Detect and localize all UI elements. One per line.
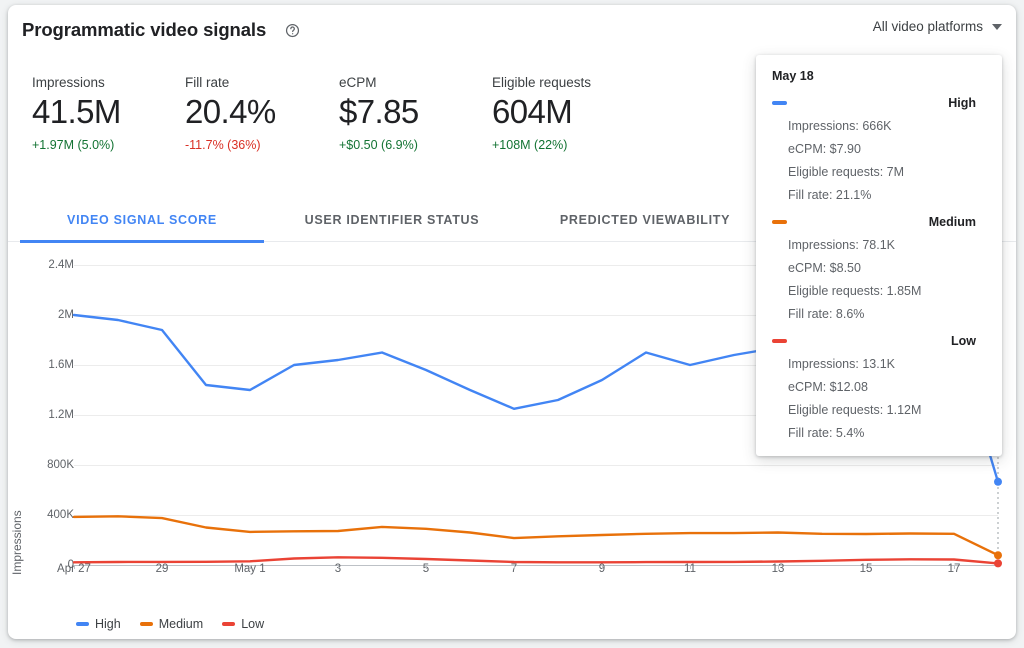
active-tab-indicator: [20, 240, 264, 243]
tooltip-group-header: Low: [772, 334, 986, 348]
tooltip-swatch-icon: [772, 339, 787, 343]
chart-legend: High Medium Low: [76, 617, 274, 631]
tooltip-group-header: Medium: [772, 215, 986, 229]
x-tick-mark: [602, 565, 603, 569]
tooltip-group-low: Low Impressions: 13.1K eCPM: $12.08 Eligibl…: [772, 334, 986, 440]
legend-item-high[interactable]: High: [76, 617, 121, 631]
hover-marker-low[interactable]: [994, 559, 1002, 567]
kpi-delta: +$0.50 (6.9%): [339, 138, 419, 152]
kpi-value: 41.5M: [32, 94, 121, 131]
tooltip-metric-row: Fill rate: 8.6%: [788, 307, 986, 321]
x-tick-mark: [250, 565, 251, 569]
tooltip-swatch-icon: [772, 220, 787, 224]
tooltip-metric-row: eCPM: $8.50: [788, 261, 986, 275]
kpi-label: Fill rate: [185, 75, 276, 90]
x-tick-mark: [426, 565, 427, 569]
programmatic-video-signals-card: Programmatic video signals All video pla…: [8, 5, 1016, 639]
tooltip-metric-row: Impressions: 78.1K: [788, 238, 986, 252]
tooltip-metric-row: Eligible requests: 1.12M: [788, 403, 986, 417]
kpi-value: $7.85: [339, 94, 419, 131]
chart-tooltip: May 18 High Impressions: 666K eCPM: $7.90 E…: [756, 55, 1002, 456]
card-header: Programmatic video signals All video pla…: [8, 5, 1016, 57]
tooltip-swatch-icon: [772, 101, 787, 105]
kpi-label: eCPM: [339, 75, 419, 90]
kpi-delta: +108M (22%): [492, 138, 591, 152]
chevron-down-icon: [992, 24, 1002, 30]
kpi-label: Impressions: [32, 75, 121, 90]
tooltip-series-name: High: [948, 96, 976, 110]
help-circle-icon[interactable]: [285, 23, 300, 38]
tooltip-group-header: High: [772, 96, 986, 110]
kpi-delta: +1.97M (5.0%): [32, 138, 121, 152]
tab-predicted-viewability[interactable]: PREDICTED VIEWABILITY: [523, 198, 767, 242]
tab-user-identifier-status[interactable]: USER IDENTIFIER STATUS: [270, 198, 514, 242]
kpi-eligible-requests: Eligible requests 604M +108M (22%): [492, 75, 591, 152]
tooltip-metric-row: eCPM: $7.90: [788, 142, 986, 156]
legend-label: High: [95, 617, 121, 631]
kpi-fill-rate: Fill rate 20.4% -11.7% (36%): [185, 75, 276, 152]
kpi-impressions: Impressions 41.5M +1.97M (5.0%): [32, 75, 121, 152]
page-title: Programmatic video signals: [22, 19, 266, 41]
tooltip-series-name: Medium: [929, 215, 976, 229]
hover-marker-medium[interactable]: [994, 551, 1002, 559]
kpi-label: Eligible requests: [492, 75, 591, 90]
kpi-delta: -11.7% (36%): [185, 138, 276, 152]
tooltip-metric-row: Fill rate: 21.1%: [788, 188, 986, 202]
x-tick-mark: [338, 565, 339, 569]
x-tick-mark: [954, 565, 955, 569]
kpi-value: 604M: [492, 94, 591, 131]
tooltip-metric-row: Eligible requests: 7M: [788, 165, 986, 179]
x-tick-mark: [778, 565, 779, 569]
platform-filter-label: All video platforms: [873, 19, 983, 34]
series-line-medium: [74, 516, 998, 555]
legend-swatch-icon: [222, 622, 235, 626]
x-tick-mark: [74, 565, 75, 569]
legend-label: Medium: [159, 617, 203, 631]
tab-video-signal-score[interactable]: VIDEO SIGNAL SCORE: [20, 198, 264, 242]
kpi-value: 20.4%: [185, 94, 276, 131]
x-tick-mark: [690, 565, 691, 569]
legend-swatch-icon: [140, 622, 153, 626]
x-tick-mark: [162, 565, 163, 569]
tooltip-metric-row: Impressions: 666K: [788, 119, 986, 133]
x-tick-mark: [866, 565, 867, 569]
x-tick-mark: [514, 565, 515, 569]
tooltip-group-medium: Medium Impressions: 78.1K eCPM: $8.50 Eligi…: [772, 215, 986, 321]
legend-item-low[interactable]: Low: [222, 617, 264, 631]
tooltip-metric-row: Eligible requests: 1.85M: [788, 284, 986, 298]
hover-marker-high[interactable]: [994, 478, 1002, 486]
tooltip-series-name: Low: [951, 334, 976, 348]
legend-swatch-icon: [76, 622, 89, 626]
tooltip-metric-row: eCPM: $12.08: [788, 380, 986, 394]
kpi-ecpm: eCPM $7.85 +$0.50 (6.9%): [339, 75, 419, 152]
tooltip-date: May 18: [772, 69, 986, 83]
platform-filter-dropdown[interactable]: All video platforms: [873, 19, 1002, 34]
legend-item-medium[interactable]: Medium: [140, 617, 203, 631]
tooltip-metric-row: Fill rate: 5.4%: [788, 426, 986, 440]
legend-label: Low: [241, 617, 264, 631]
tooltip-group-high: High Impressions: 666K eCPM: $7.90 Eligible…: [772, 96, 986, 202]
tooltip-metric-row: Impressions: 13.1K: [788, 357, 986, 371]
